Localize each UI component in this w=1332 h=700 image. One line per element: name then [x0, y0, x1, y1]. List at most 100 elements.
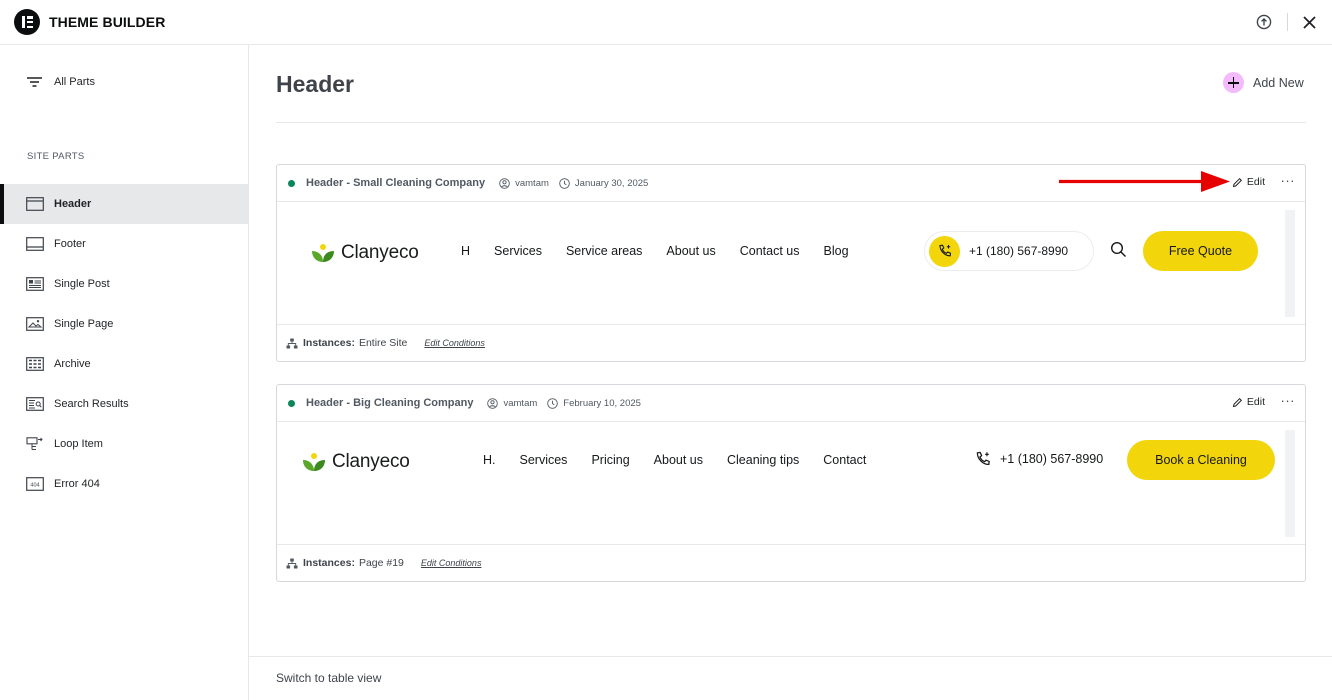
all-parts-link[interactable]: All Parts — [27, 76, 95, 88]
leaf-logo-icon — [303, 453, 325, 471]
preview-nav-item: Services — [494, 244, 542, 258]
sidebar-item-label: Single Post — [54, 278, 110, 290]
elementor-logo-icon — [14, 9, 40, 35]
card-footer: Instances: Page #19 Edit Conditions — [277, 545, 1305, 581]
status-dot-icon — [288, 179, 295, 187]
preview-nav-item: H — [461, 244, 471, 258]
sidebar-item-archive[interactable]: Archive — [0, 344, 248, 384]
preview-nav-item: Cleaning tips — [727, 453, 800, 467]
preview-nav-item: Blog — [823, 244, 849, 258]
sidebar-item-label: Header — [54, 198, 92, 210]
table-view-toggle[interactable]: Switch to table view — [276, 671, 381, 685]
site-parts-nav: Header Footer Single Post Single Page Ar… — [0, 184, 248, 504]
preview-nav-item: Pricing — [591, 453, 630, 467]
bottom-bar: Switch to table view — [249, 656, 1332, 700]
template-preview[interactable]: Clanyeco H. Services Pricing About us Cl… — [277, 422, 1305, 545]
instances-value: Entire Site — [358, 337, 408, 349]
more-options-icon[interactable]: ··· — [1281, 173, 1296, 188]
site-parts-heading: SITE PARTS — [27, 151, 85, 162]
template-card: Header - Small Cleaning Company vamtam J… — [276, 164, 1306, 362]
edit-label: Edit — [1246, 396, 1265, 408]
date-value: February 10, 2025 — [563, 397, 641, 409]
edit-label: Edit — [1246, 176, 1265, 188]
top-bar: THEME BUILDER — [0, 0, 1332, 45]
preview-scrollbar — [1285, 430, 1295, 537]
sidebar-item-header[interactable]: Header — [0, 184, 248, 224]
card-header: Header - Big Cleaning Company vamtam Feb… — [277, 385, 1305, 422]
instances-label: Instances: — [303, 337, 355, 349]
single-page-icon — [26, 317, 44, 331]
preview-nav-item: About us — [666, 244, 716, 258]
search-results-icon — [26, 397, 44, 411]
sidebar-item-label: Footer — [54, 238, 86, 250]
leaf-logo-icon — [312, 244, 334, 262]
author-name: vamtam — [503, 397, 538, 409]
sidebar-item-single-page[interactable]: Single Page — [0, 304, 248, 344]
brand-name: Clanyeco — [341, 242, 419, 263]
header-icon — [26, 197, 44, 211]
add-new-button[interactable]: Add New — [1223, 72, 1304, 93]
annotation-arrow-icon — [1059, 171, 1230, 192]
phone-icon — [976, 451, 990, 466]
clock-icon — [559, 177, 570, 189]
author-meta: vamtam — [499, 178, 549, 189]
brand-logo: Clanyeco — [302, 451, 410, 473]
sitemap-icon — [286, 558, 298, 568]
sitemap-icon — [286, 338, 298, 348]
author-meta: vamtam — [487, 398, 537, 409]
all-parts-label: All Parts — [54, 76, 95, 88]
divider — [276, 122, 1306, 123]
pencil-icon — [1232, 177, 1242, 187]
app-title: THEME BUILDER — [49, 14, 166, 30]
sidebar: All Parts SITE PARTS Header Footer Singl… — [0, 45, 249, 700]
sidebar-item-footer[interactable]: Footer — [0, 224, 248, 264]
phone-icon — [929, 235, 960, 267]
edit-conditions-link[interactable]: Edit Conditions — [424, 338, 485, 348]
sidebar-item-loop-item[interactable]: Loop Item — [0, 424, 248, 464]
instances-label: Instances: — [303, 557, 355, 569]
preview-scrollbar — [1285, 210, 1295, 317]
date-value: January 30, 2025 — [574, 177, 649, 189]
sidebar-item-error-404[interactable]: 404 Error 404 — [0, 464, 248, 504]
single-post-icon — [26, 277, 44, 291]
preview-nav-item: Contact us — [739, 244, 800, 258]
preview-nav-item: Contact — [823, 453, 867, 467]
instances-value: Page #19 — [358, 557, 404, 569]
preview-nav-item: Services — [519, 453, 568, 467]
preview-phone-number: +1 (180) 567-8990 — [1000, 452, 1104, 466]
brand-name: Clanyeco — [332, 451, 410, 472]
edit-button[interactable]: Edit — [1232, 396, 1265, 408]
preview-nav: H Services Service areas About us Contac… — [461, 244, 873, 258]
pencil-icon — [1232, 397, 1242, 407]
page-title: Header — [276, 71, 354, 97]
author-name: vamtam — [515, 177, 549, 189]
status-dot-icon — [288, 399, 295, 407]
sidebar-item-label: Error 404 — [54, 478, 100, 490]
add-new-label: Add New — [1253, 75, 1304, 90]
close-icon[interactable] — [1302, 15, 1317, 30]
date-meta: February 10, 2025 — [547, 398, 641, 409]
toolbar-divider — [1287, 13, 1288, 31]
info-icon[interactable] — [1256, 14, 1272, 30]
sidebar-item-label: Loop Item — [54, 438, 103, 450]
card-title: Header - Big Cleaning Company — [306, 397, 474, 409]
archive-icon — [26, 357, 44, 371]
template-preview[interactable]: Clanyeco H Services Service areas About … — [277, 202, 1305, 325]
sidebar-item-single-post[interactable]: Single Post — [0, 264, 248, 304]
template-card: Header - Big Cleaning Company vamtam Feb… — [276, 384, 1306, 582]
brand-logo: Clanyeco — [311, 242, 419, 264]
preview-nav: H. Services Pricing About us Cleaning ti… — [483, 453, 890, 467]
preview-phone-pill: +1 (180) 567-8990 — [924, 231, 1094, 271]
preview-cta-button: Free Quote — [1143, 231, 1258, 271]
user-icon — [499, 177, 510, 189]
preview-phone: +1 (180) 567-8990 — [974, 450, 1103, 468]
user-icon — [487, 397, 499, 409]
date-meta: January 30, 2025 — [559, 178, 648, 189]
edit-conditions-link[interactable]: Edit Conditions — [421, 558, 482, 568]
preview-nav-item: H. — [483, 453, 496, 467]
sidebar-item-label: Search Results — [54, 398, 129, 410]
sidebar-item-search-results[interactable]: Search Results — [0, 384, 248, 424]
edit-button[interactable]: Edit — [1232, 176, 1265, 188]
more-options-icon[interactable]: ··· — [1281, 393, 1296, 408]
card-title: Header - Small Cleaning Company — [306, 177, 486, 189]
